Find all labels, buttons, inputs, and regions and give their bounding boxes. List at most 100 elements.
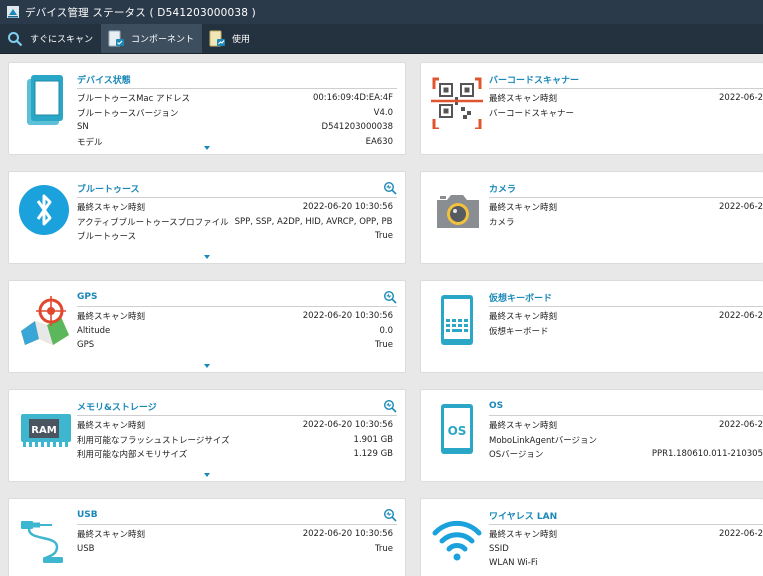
- virtual-keyboard-rows: 最終スキャン時刻 2022-06-2 仮想キーボード: [489, 309, 763, 338]
- bluetooth-rows: 最終スキャン時刻 2022-06-20 10:30:56 アクティブブルートゥース…: [77, 200, 393, 244]
- list-item: WLAN Wi-Fi: [489, 558, 538, 569]
- barcode-scanner-icon: [429, 73, 485, 131]
- gps-rows: 最終スキャン時刻 2022-06-20 10:30:56 Altitude 0.0 …: [77, 309, 393, 353]
- list-item: SN D541203000038: [77, 122, 393, 133]
- list-item: 利用可能な内部メモリサイズ 1.129 GB: [77, 449, 393, 461]
- device-status-rows: ブルートゥースMac アドレス 00:16:09:4D:EA:4F ブルートゥース…: [77, 91, 393, 149]
- scan-icon[interactable]: [383, 181, 397, 195]
- list-item: ブルートゥース True: [77, 231, 393, 243]
- list-item: ブルートゥースバージョン V4.0: [77, 107, 393, 119]
- list-item: USB True: [77, 543, 393, 554]
- list-item: 最終スキャン時刻 2022-06-20 10:30:56: [77, 529, 393, 541]
- list-item: 最終スキャン時刻 2022-06-2: [489, 420, 763, 432]
- search-icon: [6, 30, 24, 48]
- list-item: GPS True: [77, 340, 393, 351]
- components-tab[interactable]: コンポーネント: [101, 24, 203, 53]
- usb-icon: [17, 509, 73, 565]
- usb-card: USB 最終スキャン時刻 2022-06-20 10:30:56 USB True: [8, 498, 406, 576]
- ram-icon: RAM: [17, 400, 73, 456]
- title-bar: デバイス管理 ステータス ( D541203000038 ): [0, 0, 763, 24]
- divider: [77, 524, 397, 525]
- list-item: Altitude 0.0: [77, 325, 393, 336]
- list-item: アクティブブルートゥースプロファイル SPP, SSP, A2DP, HID, A…: [77, 216, 393, 228]
- expand-arrow-icon[interactable]: [204, 473, 210, 477]
- divider: [77, 88, 397, 89]
- divider: [489, 524, 763, 525]
- camera-card: カメラ 最終スキャン時刻 2022-06-2 カメラ: [420, 171, 763, 264]
- memory-storage-card: RAM メモリ&ストレージ 最終スキャン時刻 2022-06-20 10:30:5…: [8, 389, 406, 482]
- barcode-scanner-card: バーコードスキャナー 最終スキャン時刻 2022-06-2 バーコードスキャナー: [420, 62, 763, 155]
- device-status-card: デバイス状態 ブルートゥースMac アドレス 00:16:09:4D:EA:4F …: [8, 62, 406, 155]
- keyboard-icon: [429, 291, 485, 347]
- list-item: 利用可能なフラッシュストレージサイズ 1.901 GB: [77, 434, 393, 446]
- wifi-icon: [429, 509, 485, 565]
- divider: [77, 306, 397, 307]
- divider: [77, 197, 397, 198]
- os-icon-label: OS: [448, 424, 467, 438]
- list-item: 最終スキャン時刻 2022-06-20 10:30:56: [77, 311, 393, 323]
- divider: [489, 415, 763, 416]
- list-item: 最終スキャン時刻 2022-06-20 10:30:56: [77, 202, 393, 214]
- app-icon: [7, 6, 19, 18]
- map-pin-icon: [17, 291, 73, 347]
- wireless-lan-title: ワイヤレス LAN: [489, 511, 558, 522]
- list-item: ブルートゥースMac アドレス 00:16:09:4D:EA:4F: [77, 93, 393, 105]
- list-item: モデル EA630: [77, 136, 393, 148]
- list-item: OSバージョン PPR1.180610.011-210305: [489, 449, 763, 461]
- list-item: カメラ: [489, 217, 515, 228]
- os-rows: 最終スキャン時刻 2022-06-2 MoboLinkAgentバージョン OSバ…: [489, 418, 763, 462]
- components-label: コンポーネント: [131, 35, 195, 45]
- list-item: MoboLinkAgentバージョン: [489, 435, 598, 446]
- os-title: OS: [489, 401, 504, 411]
- usage-icon: [208, 30, 226, 48]
- wireless-lan-card: ワイヤレス LAN 最終スキャン時刻 2022-06-2 SSID WLAN Wi…: [420, 498, 763, 576]
- list-item: 最終スキャン時刻 2022-06-2: [489, 311, 763, 323]
- virtual-keyboard-card: 仮想キーボード 最終スキャン時刻 2022-06-2 仮想キーボード: [420, 280, 763, 373]
- list-item: 最終スキャン時刻 2022-06-2: [489, 529, 763, 541]
- camera-rows: 最終スキャン時刻 2022-06-2 カメラ: [489, 200, 763, 229]
- usage-tab[interactable]: 使用: [202, 24, 258, 53]
- bluetooth-title: ブルートゥース: [77, 184, 140, 195]
- camera-title: カメラ: [489, 184, 517, 195]
- virtual-keyboard-title: 仮想キーボード: [489, 293, 553, 304]
- scan-icon[interactable]: [383, 290, 397, 304]
- camera-icon: [429, 182, 485, 238]
- barcode-scanner-title: バーコードスキャナー: [489, 75, 580, 86]
- list-item: SSID: [489, 543, 509, 554]
- device-status-title: デバイス状態: [77, 75, 131, 86]
- usage-label: 使用: [232, 35, 251, 45]
- scan-icon[interactable]: [383, 508, 397, 522]
- scan-now-button[interactable]: すぐにスキャン: [0, 24, 101, 53]
- bluetooth-icon: [17, 182, 73, 238]
- usb-title: USB: [77, 510, 98, 520]
- usb-rows: 最終スキャン時刻 2022-06-20 10:30:56 USB True: [77, 527, 393, 556]
- window-title: デバイス管理 ステータス ( D541203000038 ): [25, 6, 256, 19]
- divider: [77, 415, 397, 416]
- toolbar: すぐにスキャン コンポーネント 使用: [0, 24, 763, 54]
- expand-arrow-icon[interactable]: [204, 146, 210, 150]
- list-item: 最終スキャン時刻 2022-06-2: [489, 202, 763, 214]
- gps-title: GPS: [77, 292, 98, 302]
- list-item: 仮想キーボード: [489, 326, 549, 337]
- memory-storage-title: メモリ&ストレージ: [77, 402, 157, 413]
- divider: [489, 306, 763, 307]
- components-icon: [107, 30, 125, 48]
- wireless-lan-rows: 最終スキャン時刻 2022-06-2 SSID WLAN Wi-Fi: [489, 527, 763, 571]
- ram-icon-label: RAM: [31, 425, 56, 436]
- bluetooth-card: ブルートゥース 最終スキャン時刻 2022-06-20 10:30:56 アクティ…: [8, 171, 406, 264]
- scan-now-label: すぐにスキャン: [30, 35, 94, 45]
- expand-arrow-icon[interactable]: [204, 255, 210, 259]
- expand-arrow-icon[interactable]: [204, 364, 210, 368]
- list-item: バーコードスキャナー: [489, 108, 575, 119]
- phone-icon: [17, 73, 73, 129]
- divider: [489, 197, 763, 198]
- barcode-scanner-rows: 最終スキャン時刻 2022-06-2 バーコードスキャナー: [489, 91, 763, 120]
- divider: [489, 88, 763, 89]
- scan-icon[interactable]: [383, 399, 397, 413]
- list-item: 最終スキャン時刻 2022-06-20 10:30:56: [77, 420, 393, 432]
- os-icon: OS: [429, 400, 485, 456]
- gps-card: GPS 最終スキャン時刻 2022-06-20 10:30:56 Altitude…: [8, 280, 406, 373]
- components-panel: デバイス状態 ブルートゥースMac アドレス 00:16:09:4D:EA:4F …: [0, 55, 763, 576]
- list-item: 最終スキャン時刻 2022-06-2: [489, 93, 763, 105]
- memory-storage-rows: 最終スキャン時刻 2022-06-20 10:30:56 利用可能なフラッシュスト…: [77, 418, 393, 462]
